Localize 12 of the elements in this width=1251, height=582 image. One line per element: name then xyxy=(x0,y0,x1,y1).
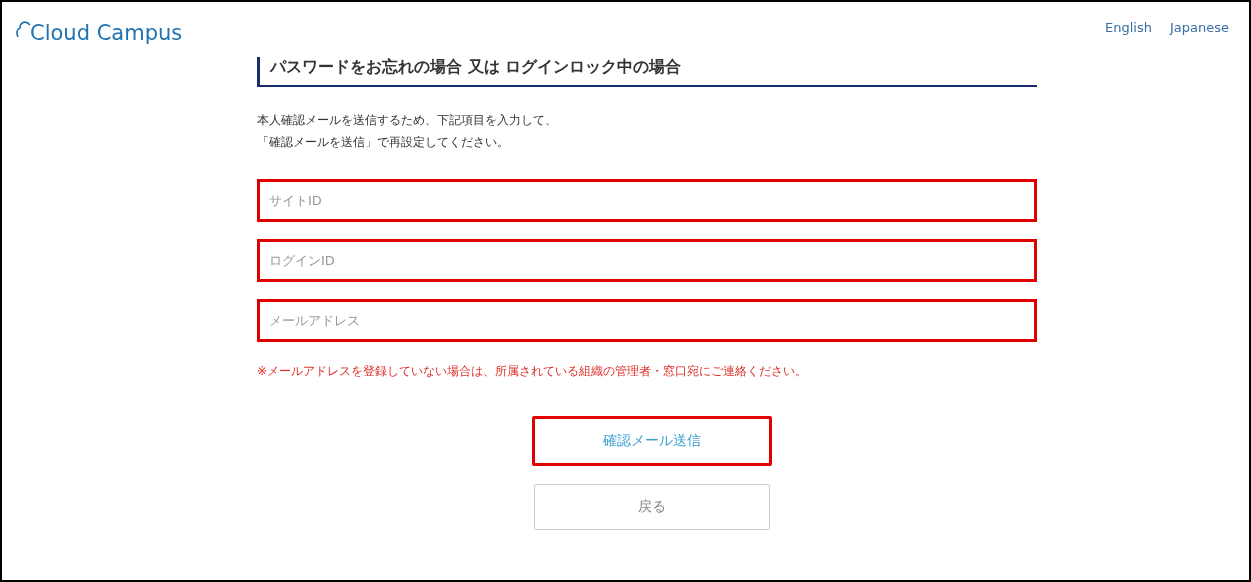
instruction-text: 本人確認メールを送信するため、下記項目を入力して、 xyxy=(257,112,558,129)
send-button[interactable]: 確認メール送信 xyxy=(532,416,772,466)
language-link[interactable]: English xyxy=(1105,20,1152,35)
page-heading: パスワードをお忘れの場合 又は ログインロック中の場合 xyxy=(257,57,1037,87)
instruction-text: 「確認メールを送信」で再設定してください。 xyxy=(257,134,510,151)
input-field[interactable]: ログインID xyxy=(257,239,1037,282)
logo-text: Cloud Campus xyxy=(30,21,183,45)
input-field[interactable]: メールアドレス xyxy=(257,299,1037,342)
input-field[interactable]: サイトID xyxy=(257,179,1037,222)
language-link[interactable]: Japanese xyxy=(1169,20,1229,35)
notice-text: ※メールアドレスを登録していない場合は、所属されている組織の管理者・窓口宛にご連絡ください。 xyxy=(257,363,809,380)
back-button[interactable]: 戻る xyxy=(534,484,770,530)
